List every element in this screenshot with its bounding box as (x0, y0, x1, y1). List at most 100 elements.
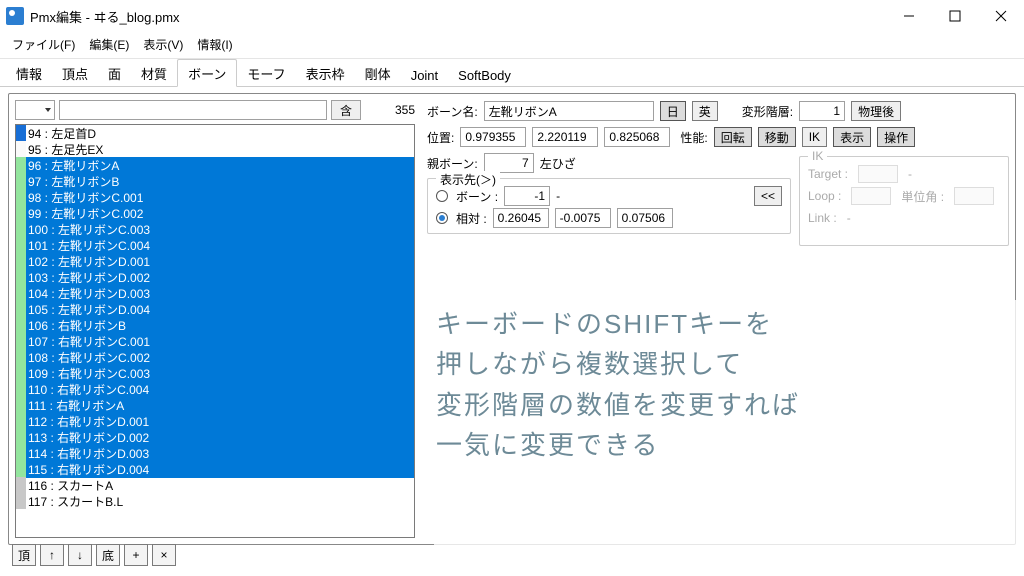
menu-info[interactable]: 情報(I) (197, 36, 232, 53)
list-item-label: 95 : 左足先EX (26, 141, 103, 158)
list-item[interactable]: 117 : スカートB.L (16, 493, 414, 509)
connect-bone-idx[interactable] (504, 186, 550, 206)
lang-jp-button[interactable]: 日 (660, 101, 686, 121)
search-go-button[interactable]: 含 (331, 100, 361, 120)
tab-vertex[interactable]: 頂点 (52, 60, 98, 86)
tab-display[interactable]: 表示枠 (296, 60, 355, 86)
connect-relative-label: 相対 : (456, 210, 487, 227)
list-item[interactable]: 114 : 右靴リボンD.003 (16, 445, 414, 461)
tab-morph[interactable]: モーフ (237, 60, 295, 86)
list-item-label: 113 : 右靴リボンD.002 (26, 429, 414, 446)
list-item[interactable]: 111 : 右靴リボンA (16, 397, 414, 413)
list-item-label: 101 : 左靴リボンC.004 (26, 237, 414, 254)
pos-z-input[interactable] (604, 127, 670, 147)
tab-softbody[interactable]: SoftBody (448, 64, 521, 86)
ik-group-title: IK (808, 149, 827, 163)
close-button[interactable] (978, 0, 1024, 32)
move-toggle[interactable]: 移動 (758, 127, 796, 147)
list-item[interactable]: 95 : 左足先EX (16, 141, 414, 157)
maximize-button[interactable] (932, 0, 978, 32)
main-panel: 含 355 94 : 左足首D95 : 左足先EX96 : 左靴リボンA97 :… (8, 93, 1016, 545)
move-down-button[interactable]: ↓ (68, 544, 92, 566)
list-ops: 頂 ↑ ↓ 底 + × (12, 544, 176, 566)
list-item-label: 109 : 右靴リボンC.003 (26, 365, 414, 382)
display-toggle[interactable]: 表示 (833, 127, 871, 147)
tab-rigid[interactable]: 剛体 (355, 60, 401, 86)
list-item[interactable]: 108 : 右靴リボンC.002 (16, 349, 414, 365)
list-item-label: 116 : スカートA (26, 477, 113, 494)
physics-after-button[interactable]: 物理後 (851, 101, 901, 121)
swatch-icon (16, 285, 26, 301)
move-up-button[interactable]: ↑ (40, 544, 64, 566)
connect-bone-radio[interactable] (436, 190, 448, 202)
tab-material[interactable]: 材質 (131, 60, 177, 86)
rotate-toggle[interactable]: 回転 (714, 127, 752, 147)
list-item[interactable]: 110 : 右靴リボンC.004 (16, 381, 414, 397)
list-item[interactable]: 99 : 左靴リボンC.002 (16, 205, 414, 221)
swatch-icon (16, 413, 26, 429)
delete-button[interactable]: × (152, 544, 176, 566)
ik-link-label: Link : (808, 211, 837, 225)
menu-edit[interactable]: 編集(E) (89, 36, 129, 53)
swatch-icon (16, 477, 26, 493)
parent-bone-input[interactable] (484, 153, 534, 173)
list-item-label: 110 : 右靴リボンC.004 (26, 381, 414, 398)
rewind-button[interactable]: << (754, 186, 782, 206)
swatch-icon (16, 189, 26, 205)
list-item[interactable]: 97 : 左靴リボンB (16, 173, 414, 189)
pos-y-input[interactable] (532, 127, 598, 147)
list-item-label: 100 : 左靴リボンC.003 (26, 221, 414, 238)
ik-toggle[interactable]: IK (802, 127, 827, 147)
list-item[interactable]: 106 : 右靴リボンB (16, 317, 414, 333)
list-item-label: 111 : 右靴リボンA (26, 397, 414, 414)
list-item[interactable]: 104 : 左靴リボンD.003 (16, 285, 414, 301)
list-item[interactable]: 113 : 右靴リボンD.002 (16, 429, 414, 445)
list-item[interactable]: 94 : 左足首D (16, 125, 414, 141)
pos-x-input[interactable] (460, 127, 526, 147)
list-item-label: 102 : 左靴リボンD.001 (26, 253, 414, 270)
menu-file[interactable]: ファイル(F) (12, 36, 75, 53)
tab-bone[interactable]: ボーン (177, 59, 237, 87)
filter-select[interactable] (15, 100, 55, 120)
ik-group: IK Target : - Loop : 単位角 : Link : - (799, 156, 1009, 246)
swatch-icon (16, 381, 26, 397)
minimize-button[interactable] (886, 0, 932, 32)
list-item[interactable]: 96 : 左靴リボンA (16, 157, 414, 173)
list-item[interactable]: 105 : 左靴リボンD.004 (16, 301, 414, 317)
list-item[interactable]: 116 : スカートA (16, 477, 414, 493)
list-item[interactable]: 107 : 右靴リボンC.001 (16, 333, 414, 349)
add-button[interactable]: + (124, 544, 148, 566)
parent-bone-label: 親ボーン: (427, 155, 478, 172)
swatch-icon (16, 253, 26, 269)
move-bottom-button[interactable]: 底 (96, 544, 120, 566)
list-item-label: 117 : スカートB.L (26, 493, 123, 510)
list-item-label: 103 : 左靴リボンD.002 (26, 269, 414, 286)
list-item[interactable]: 100 : 左靴リボンC.003 (16, 221, 414, 237)
rel-z-input[interactable] (617, 208, 673, 228)
bone-listbox[interactable]: 94 : 左足首D95 : 左足先EX96 : 左靴リボンA97 : 左靴リボン… (15, 124, 415, 538)
list-item[interactable]: 102 : 左靴リボンD.001 (16, 253, 414, 269)
list-item[interactable]: 115 : 右靴リボンD.004 (16, 461, 414, 477)
search-input[interactable] (59, 100, 327, 120)
list-item[interactable]: 103 : 左靴リボンD.002 (16, 269, 414, 285)
deform-layer-input[interactable] (799, 101, 845, 121)
tab-joint[interactable]: Joint (401, 64, 448, 86)
list-item[interactable]: 109 : 右靴リボンC.003 (16, 365, 414, 381)
list-item[interactable]: 98 : 左靴リボンC.001 (16, 189, 414, 205)
swatch-icon (16, 269, 26, 285)
list-item-label: 96 : 左靴リボンA (26, 157, 414, 174)
list-item-label: 94 : 左足首D (26, 125, 96, 142)
swatch-icon (16, 397, 26, 413)
connect-relative-radio[interactable] (436, 212, 448, 224)
operate-toggle[interactable]: 操作 (877, 127, 915, 147)
list-item[interactable]: 101 : 左靴リボンC.004 (16, 237, 414, 253)
bone-name-input[interactable] (484, 101, 654, 121)
list-item[interactable]: 112 : 右靴リボンD.001 (16, 413, 414, 429)
rel-x-input[interactable] (493, 208, 549, 228)
move-top-button[interactable]: 頂 (12, 544, 36, 566)
lang-en-button[interactable]: 英 (692, 101, 718, 121)
tab-info[interactable]: 情報 (6, 60, 52, 86)
rel-y-input[interactable] (555, 208, 611, 228)
menu-view[interactable]: 表示(V) (143, 36, 183, 53)
tab-face[interactable]: 面 (98, 60, 131, 86)
